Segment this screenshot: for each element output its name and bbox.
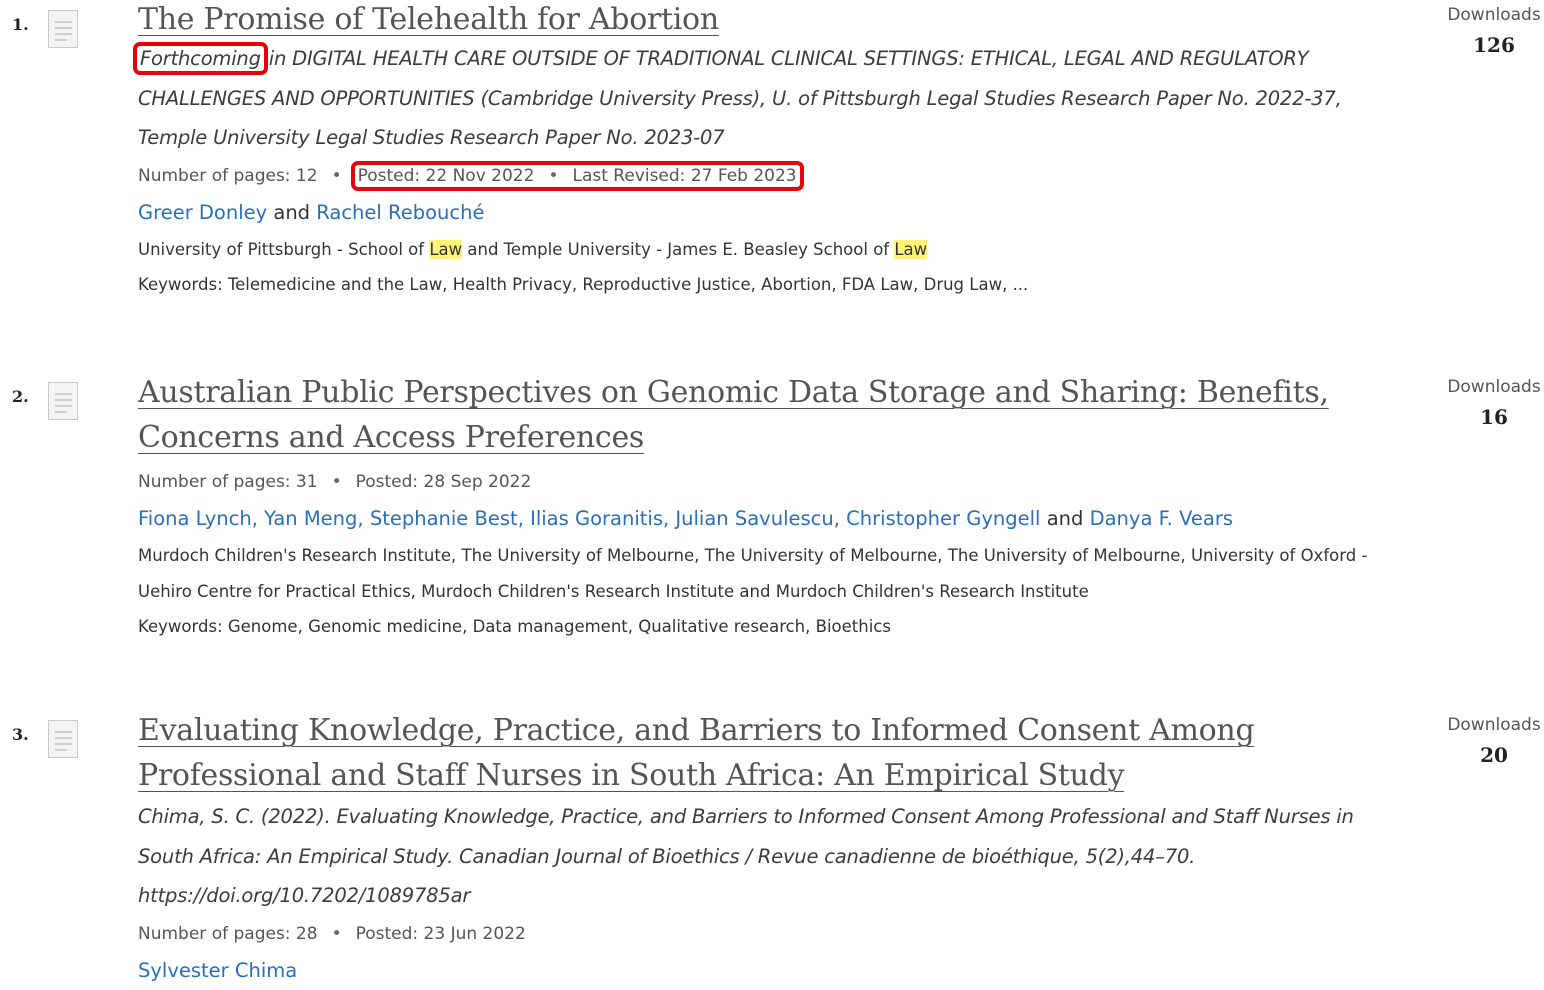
downloads-counter: Downloads 20: [1440, 712, 1544, 772]
downloads-label: Downloads: [1447, 377, 1541, 397]
affiliation-text: University of Pittsburgh - School of: [138, 239, 430, 259]
author-link[interactable]: Rachel Rebouché: [316, 201, 484, 224]
author-link[interactable]: Danya F. Vears: [1090, 507, 1233, 530]
downloads-count: 126: [1473, 33, 1515, 57]
posted-date: Posted: 23 Jun 2022: [355, 923, 526, 944]
author-conjunction: and: [273, 200, 311, 224]
downloads-label: Downloads: [1447, 5, 1541, 25]
page-count: Number of pages: 31: [138, 472, 318, 492]
downloads-counter: Downloads 16: [1440, 374, 1544, 434]
separator-dot: •: [548, 165, 559, 186]
posted-dates: Posted: 22 Nov 2022 • Last Revised: 27 Feb…: [350, 160, 804, 191]
author-conjunction: and: [1046, 507, 1084, 530]
author-list: Greer Donley and Rachel Rebouché: [138, 194, 1368, 232]
author-list: Fiona Lynch, Yan Meng, Stephanie Best, I…: [138, 507, 1234, 530]
author-list: Sylvester Chima: [138, 952, 1368, 990]
page-count: Number of pages: 12: [138, 165, 318, 186]
posted-date: Posted: 28 Sep 2022: [355, 472, 532, 492]
search-term-highlight: Law: [429, 239, 463, 259]
downloads-count: 20: [1480, 743, 1508, 767]
result-title-link[interactable]: Evaluating Knowledge, Practice, and Barr…: [138, 708, 1368, 798]
document-icon[interactable]: [48, 720, 78, 758]
author-link[interactable]: Stephanie Best: [370, 507, 518, 530]
author-link[interactable]: Greer Donley: [138, 201, 267, 224]
author-link[interactable]: Yan Meng: [264, 507, 357, 530]
affiliation-text: and Temple University - James E. Beasley…: [462, 239, 895, 259]
revised-date: Last Revised: 27 Feb 2023: [572, 165, 797, 186]
posted-date: Posted: 22 Nov 2022: [357, 165, 535, 186]
keywords: Keywords: Telemedicine and the Law, Heal…: [138, 275, 1029, 294]
author-link[interactable]: Ilias Goranitis: [530, 507, 663, 530]
author-link[interactable]: Fiona Lynch: [138, 507, 252, 530]
affiliations: Murdoch Children's Research Institute, T…: [138, 546, 1368, 601]
author-link[interactable]: Christopher Gyngell: [846, 507, 1040, 530]
affiliations: University of Pittsburgh - School of Law…: [138, 232, 1368, 268]
result-title-link[interactable]: The Promise of Telehealth for Abortion: [138, 0, 1368, 42]
author-link[interactable]: Sylvester Chima: [138, 959, 297, 982]
document-icon[interactable]: [48, 10, 78, 48]
result-title-link[interactable]: Australian Public Perspectives on Genomi…: [138, 370, 1368, 460]
keywords: Keywords: Genome, Genomic medicine, Data…: [138, 617, 891, 636]
document-icon[interactable]: [48, 382, 78, 420]
separator-dot: •: [331, 923, 342, 944]
downloads-counter: Downloads 126: [1440, 2, 1544, 62]
separator-dot: •: [331, 472, 342, 492]
downloads-label: Downloads: [1447, 715, 1541, 735]
citation-text: in DIGITAL HEALTH CARE OUTSIDE OF TRADIT…: [138, 47, 1342, 149]
downloads-count: 16: [1480, 405, 1508, 429]
result-rank: 1.: [12, 15, 29, 34]
result-rank: 3.: [12, 725, 29, 744]
search-term-highlight: Law: [894, 239, 928, 259]
author-link[interactable]: Julian Savulescu: [675, 507, 833, 530]
citation: Chima, S. C. (2022). Evaluating Knowledg…: [138, 805, 1354, 907]
page-count: Number of pages: 28: [138, 923, 318, 944]
result-rank: 2.: [12, 387, 29, 406]
separator-dot: •: [331, 165, 342, 186]
result-meta: Number of pages: 12 • Posted: 22 Nov 2022 •…: [138, 158, 1368, 194]
citation: Forthcoming in DIGITAL HEALTH CARE OUTSI…: [133, 39, 1368, 158]
result-meta: Number of pages: 31 • Posted: 28 Sep 2022: [138, 464, 1368, 500]
result-meta: Number of pages: 28 • Posted: 23 Jun 2022: [138, 916, 1368, 952]
forthcoming-label: Forthcoming: [133, 42, 268, 75]
